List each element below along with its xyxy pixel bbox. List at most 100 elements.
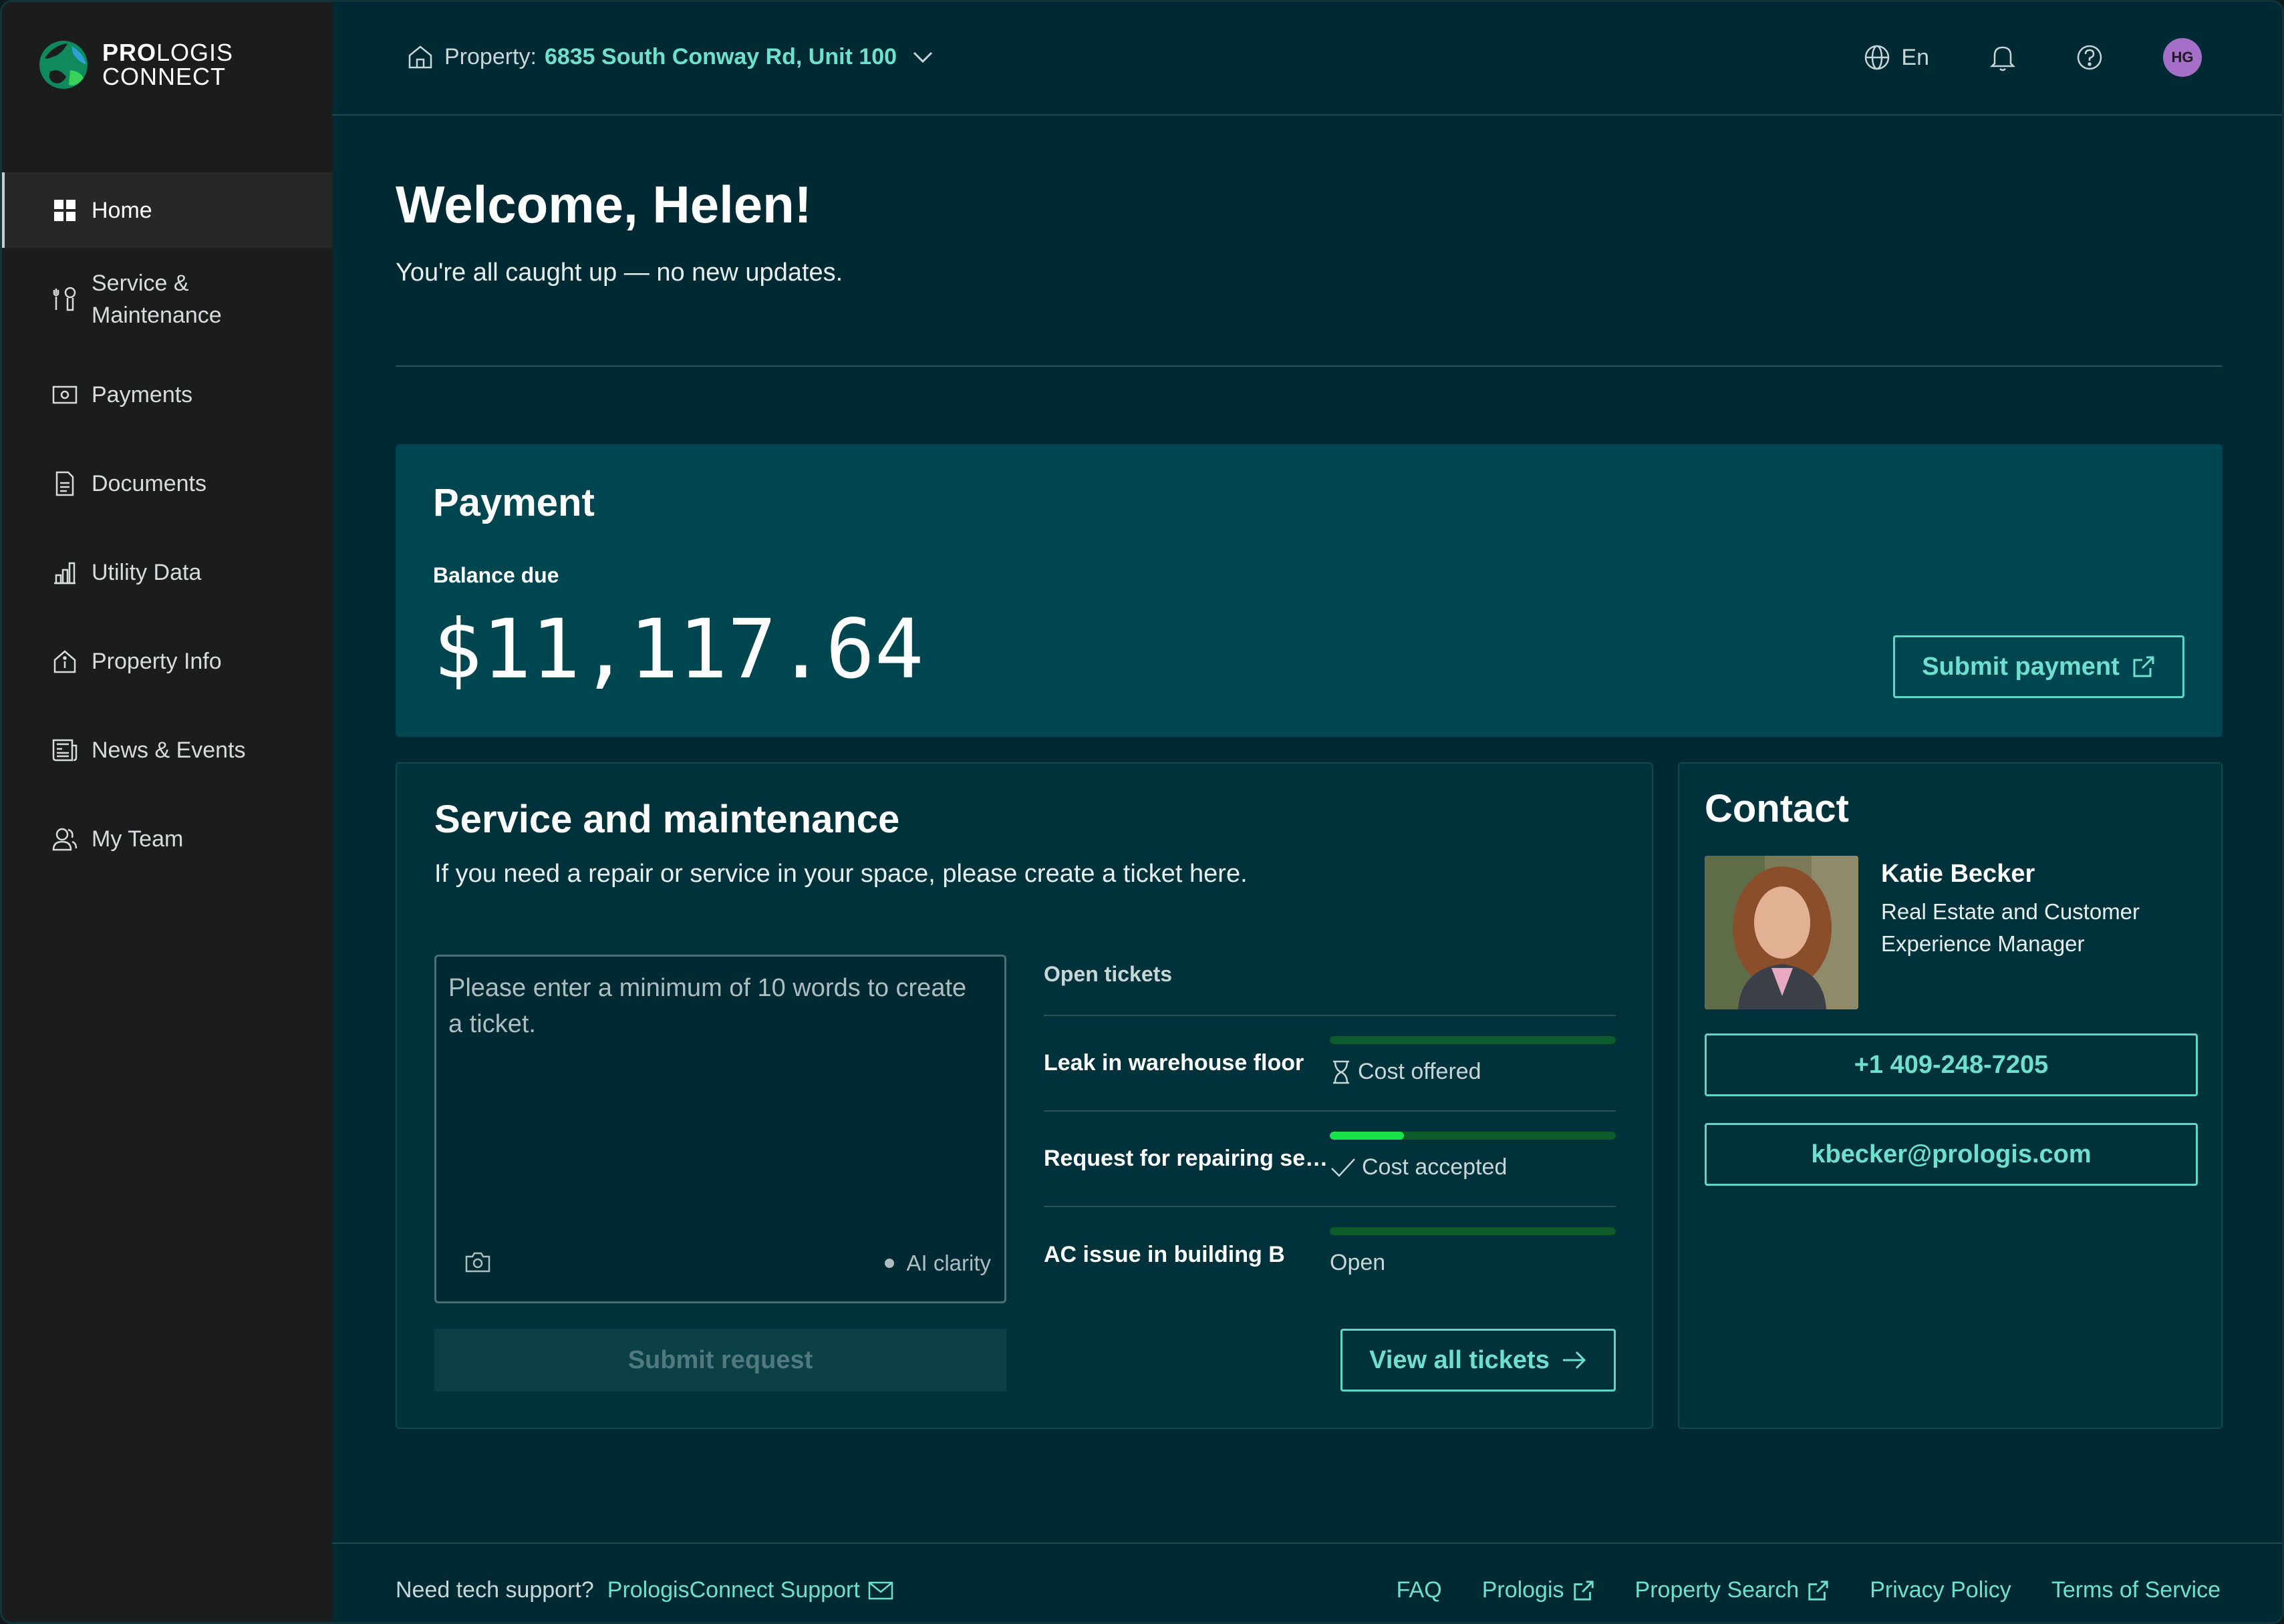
tools-icon: [51, 286, 78, 313]
tech-support: Need tech support? PrologisConnect Suppo…: [396, 1577, 893, 1603]
submit-request-button[interactable]: Submit request: [434, 1329, 1006, 1392]
ticket-progress-bar: [1330, 1227, 1616, 1235]
external-link-icon: [2132, 655, 2156, 679]
ticket-placeholder: Please enter a minimum of 10 words to cr…: [448, 974, 967, 1038]
footer-link-terms[interactable]: Terms of Service: [2051, 1577, 2221, 1603]
ticket-status: Open: [1330, 1227, 1616, 1276]
sidebar: PROLOGIS CONNECT Home Service & Maintena…: [2, 2, 332, 1622]
contact-phone-button[interactable]: +1 409-248-7205: [1705, 1033, 2198, 1096]
sidebar-item-label: Payments: [92, 381, 193, 408]
ticket-name: Leak in warehouse floor: [1044, 1050, 1304, 1076]
ai-clarity-indicator: AI clarity: [885, 1251, 991, 1276]
prologis-logo[interactable]: PROLOGIS CONNECT: [37, 38, 233, 92]
cash-icon: [51, 381, 78, 408]
ai-clarity-label: AI clarity: [906, 1251, 991, 1275]
contact-email-button[interactable]: kbecker@prologis.com: [1705, 1123, 2198, 1186]
grid-icon: [51, 197, 78, 224]
sidebar-nav: Home Service & Maintenance Payments Docu…: [2, 172, 332, 883]
footer-link-prologis[interactable]: Prologis: [1482, 1577, 1595, 1603]
ticket-name: Request for repairing service: [1044, 1146, 1331, 1171]
notifications-button[interactable]: [1989, 43, 2016, 71]
ticket-status-label: Cost offered: [1358, 1059, 1481, 1084]
support-link[interactable]: PrologisConnect Support: [607, 1577, 893, 1603]
property-label: Property:: [444, 43, 537, 69]
service-title: Service and maintenance: [434, 798, 900, 841]
contact-card: Contact Katie Becker Real Estate and Cus…: [1678, 762, 2223, 1429]
camera-icon[interactable]: [464, 1251, 491, 1277]
property-value: 6835 South Conway Rd, Unit 100: [544, 43, 897, 69]
user-avatar[interactable]: HG: [2163, 38, 2202, 77]
sidebar-item-documents[interactable]: Documents: [2, 439, 332, 528]
top-header: Property: 6835 South Conway Rd, Unit 100…: [332, 2, 2282, 116]
page-title: Welcome, Helen!: [396, 175, 812, 234]
open-tickets-list: Open tickets Leak in warehouse floor Cos…: [1044, 957, 1616, 1303]
service-maintenance-card: Service and maintenance If you need a re…: [396, 762, 1653, 1429]
arrow-right-icon: [1562, 1349, 1587, 1371]
chevron-down-icon: [913, 51, 933, 63]
sidebar-item-label: Home: [92, 197, 152, 223]
document-icon: [51, 470, 78, 497]
globe-logo-icon: [39, 41, 88, 89]
sidebar-item-service-maintenance[interactable]: Service & Maintenance: [2, 248, 332, 350]
support-prefix: Need tech support?: [396, 1577, 594, 1603]
sidebar-item-property-info[interactable]: Property Info: [2, 617, 332, 705]
ticket-status-label: Cost accepted: [1362, 1154, 1508, 1180]
footer-links: FAQ Prologis Property Search Privacy Pol…: [1397, 1577, 2221, 1603]
sidebar-item-label: My Team: [92, 826, 184, 852]
footer-link-faq[interactable]: FAQ: [1397, 1577, 1442, 1603]
sidebar-item-utility-data[interactable]: Utility Data: [2, 528, 332, 617]
property-selector[interactable]: Property: 6835 South Conway Rd, Unit 100: [407, 43, 936, 70]
ticket-progress-bar: [1330, 1036, 1616, 1044]
help-icon: [2077, 45, 2102, 70]
external-link-icon: [1807, 1579, 1830, 1602]
sidebar-item-label: News & Events: [92, 737, 246, 763]
sidebar-item-news-events[interactable]: News & Events: [2, 705, 332, 794]
submit-payment-button[interactable]: Submit payment: [1893, 635, 2184, 698]
team-icon: [51, 826, 78, 852]
contact-title: Contact: [1705, 787, 1849, 830]
sidebar-item-payments[interactable]: Payments: [2, 350, 332, 439]
view-all-tickets-button[interactable]: View all tickets: [1340, 1329, 1616, 1392]
external-link-icon: [1572, 1579, 1595, 1602]
balance-amount: $11,117.64: [433, 602, 924, 697]
ticket-row[interactable]: Leak in warehouse floor Cost offered: [1044, 1016, 1616, 1112]
sidebar-item-my-team[interactable]: My Team: [2, 794, 332, 883]
newspaper-icon: [51, 737, 78, 764]
status-dot: [885, 1259, 895, 1268]
footer-link-label: Prologis: [1481, 1577, 1564, 1603]
home-icon: [408, 45, 432, 69]
globe-icon: [1865, 45, 1890, 70]
footer-link-privacy[interactable]: Privacy Policy: [1870, 1577, 2011, 1603]
mail-icon: [868, 1581, 893, 1601]
footer-link-label: Property Search: [1634, 1577, 1800, 1603]
hourglass-icon: [1330, 1060, 1352, 1085]
ticket-status-label: Open: [1330, 1250, 1386, 1275]
service-description: If you need a repair or service in your …: [434, 860, 1248, 888]
app-window: PROLOGIS CONNECT Home Service & Maintena…: [0, 0, 2284, 1624]
sidebar-item-label: Service & Maintenance: [92, 270, 222, 328]
help-button[interactable]: [2076, 44, 2103, 71]
submit-payment-label: Submit payment: [1922, 652, 2120, 681]
support-link-label: PrologisConnect Support: [607, 1577, 860, 1603]
ticket-row[interactable]: Request for repairing service Cost accep…: [1044, 1112, 1616, 1207]
ticket-row[interactable]: AC issue in building B Open: [1044, 1207, 1616, 1303]
footer-link-property-search[interactable]: Property Search: [1635, 1577, 1830, 1603]
divider: [396, 365, 2223, 367]
page-subtitle: You're all caught up — no new updates.: [396, 259, 843, 287]
payment-card: Payment Balance due $11,117.64 Submit pa…: [396, 444, 2223, 737]
bar-chart-icon: [51, 559, 78, 586]
ticket-textarea[interactable]: Please enter a minimum of 10 words to cr…: [434, 955, 1006, 1303]
ticket-progress-bar: [1330, 1132, 1616, 1140]
sidebar-item-label: Documents: [92, 470, 206, 496]
open-tickets-header: Open tickets: [1044, 957, 1616, 1016]
house-info-icon: [51, 648, 78, 675]
contact-role: Real Estate and Customer Experience Mana…: [1881, 899, 2140, 956]
footer: Need tech support? PrologisConnect Suppo…: [332, 1542, 2282, 1622]
header-actions: En HG: [1864, 38, 2202, 77]
language-label: En: [1901, 44, 1929, 70]
sidebar-item-home[interactable]: Home: [2, 172, 332, 248]
view-all-label: View all tickets: [1369, 1345, 1550, 1374]
balance-label: Balance due: [433, 563, 559, 587]
language-selector[interactable]: En: [1864, 44, 1929, 71]
ticket-name: AC issue in building B: [1044, 1242, 1285, 1267]
